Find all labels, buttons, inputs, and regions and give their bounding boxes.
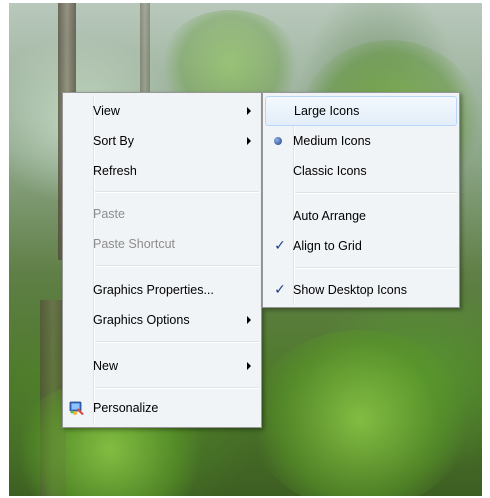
menu-item-view[interactable]: View xyxy=(65,96,259,126)
menu-item-label: Auto Arrange xyxy=(293,209,366,223)
submenu-arrow-icon xyxy=(247,316,251,324)
submenu-item-large-icons[interactable]: Large Icons xyxy=(265,96,457,126)
menu-item-label: New xyxy=(93,359,119,373)
checkmark-icon: ✓ xyxy=(274,282,286,298)
menu-item-new[interactable]: New xyxy=(65,351,259,381)
menu-item-label: Personalize xyxy=(93,401,159,415)
submenu-item-show-desktop-icons[interactable]: ✓ Show Desktop Icons xyxy=(265,275,457,305)
submenu-arrow-icon xyxy=(247,362,251,370)
menu-item-label: View xyxy=(93,104,120,118)
personalize-icon xyxy=(69,401,84,415)
menu-item-label: Classic Icons xyxy=(293,164,367,178)
menu-item-label: Large Icons xyxy=(294,104,360,118)
submenu-item-auto-arrange[interactable]: Auto Arrange xyxy=(265,201,457,231)
menu-item-personalize[interactable]: Personalize xyxy=(65,393,259,423)
menu-separator xyxy=(95,265,259,267)
menu-separator xyxy=(295,267,457,269)
submenu-item-align-to-grid[interactable]: ✓ Align to Grid xyxy=(265,231,457,261)
menu-item-label: Refresh xyxy=(93,164,137,178)
menu-item-refresh[interactable]: Refresh xyxy=(65,156,259,186)
submenu-arrow-icon xyxy=(247,137,251,145)
menu-item-label: Medium Icons xyxy=(293,134,371,148)
desktop-context-menu: View Sort By Refresh Paste Paste Shortcu… xyxy=(62,92,262,428)
submenu-arrow-icon xyxy=(247,107,251,115)
menu-item-label: Align to Grid xyxy=(293,239,362,253)
submenu-item-medium-icons[interactable]: Medium Icons xyxy=(265,126,457,156)
radio-bullet-icon xyxy=(274,137,282,145)
menu-separator xyxy=(95,387,259,389)
fern-foliage xyxy=(250,330,470,498)
menu-item-paste-shortcut: Paste Shortcut xyxy=(65,229,259,259)
menu-item-label: Graphics Options xyxy=(93,313,190,327)
menu-item-paste: Paste xyxy=(65,199,259,229)
view-submenu: Large Icons Medium Icons Classic Icons A… xyxy=(262,92,460,308)
menu-item-label: Show Desktop Icons xyxy=(293,283,407,297)
checkmark-icon: ✓ xyxy=(274,238,286,254)
menu-separator xyxy=(295,192,457,194)
menu-item-graphics-properties[interactable]: Graphics Properties... xyxy=(65,275,259,305)
menu-item-label: Sort By xyxy=(93,134,134,148)
menu-item-label: Paste Shortcut xyxy=(93,237,175,251)
submenu-item-classic-icons[interactable]: Classic Icons xyxy=(265,156,457,186)
menu-item-graphics-options[interactable]: Graphics Options xyxy=(65,305,259,335)
menu-separator xyxy=(95,341,259,343)
menu-item-label: Graphics Properties... xyxy=(93,283,214,297)
menu-separator xyxy=(95,191,259,193)
menu-item-sort-by[interactable]: Sort By xyxy=(65,126,259,156)
menu-item-label: Paste xyxy=(93,207,125,221)
